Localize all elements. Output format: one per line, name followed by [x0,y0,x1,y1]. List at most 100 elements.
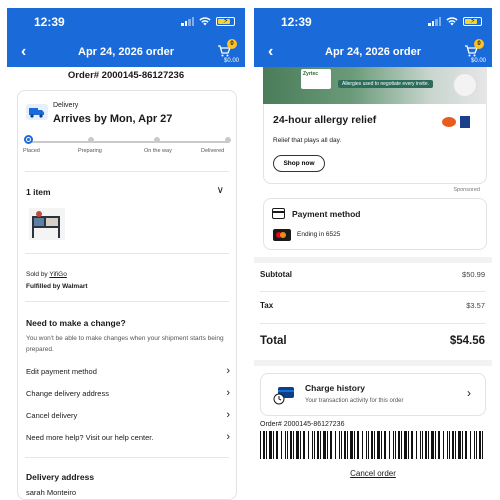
barcode-bar [290,431,292,459]
barcode-bar [350,431,353,459]
ad-card: 24-hour allergy relief Relief that plays… [263,104,487,184]
barcode-bar [341,431,342,459]
barcode-bar [401,431,402,459]
barcode-bar [339,431,340,459]
barcode-bar [438,431,440,459]
barcode-bar [476,431,477,459]
chevron-down-icon[interactable]: ∨ [217,185,224,196]
delivery-address-name: sarah Monteiro [26,488,77,497]
barcode-bar [296,431,299,459]
barcode-bar [366,431,367,459]
divider [25,171,229,172]
barcode-bar [455,431,456,459]
barcode-bar [384,431,386,459]
status-time: 12:39 [281,15,312,29]
change-address-action[interactable]: Change delivery address › [26,387,230,399]
edit-payment-action[interactable]: Edit payment method › [26,365,230,377]
divider [25,457,229,458]
status-bar: 12:39 ⚡ [254,8,492,36]
nav-bar: ‹ Apr 24, 2026 order 0 $0.00 [254,36,492,67]
cart-badge: 0 [227,39,237,49]
divider [260,323,486,324]
barcode-bar [449,431,450,459]
barcode-order-number: Order# 2000145-86127236 [260,421,345,428]
seller-link[interactable]: YifiGo [49,271,66,278]
step-dot-on-the-way [154,137,160,143]
tax-value: $3.57 [466,301,485,310]
signal-icon [428,16,441,26]
barcode-bar [428,431,429,459]
chevron-right-icon: › [226,387,230,399]
help-center-action[interactable]: Need more help? Visit our help center. › [26,431,230,443]
barcode-bar [420,431,421,459]
barcode-bar [374,431,375,459]
fulfilled-by: Fulfilled by Walmart [26,283,88,290]
payment-title: Payment method [292,209,361,219]
barcode-bar [447,431,448,459]
nav-title: Apr 24, 2026 order [325,46,421,58]
cart-button[interactable]: 0 $0.00 [213,39,239,65]
arrival-date: Arrives by Mon, Apr 27 [53,113,173,125]
cart-total: $0.00 [223,58,239,64]
barcode-bar [335,431,336,459]
subtotal-value: $50.99 [462,270,485,279]
change-description: You won't be able to make changes when y… [26,335,224,353]
ad-banner-image[interactable]: Zyrtec Allergies used to negotiate every… [263,67,487,104]
barcode-bar [393,431,394,459]
action-label: Need more help? Visit our help center. [26,432,154,442]
barcode-bar [425,431,427,459]
step-dot-delivered [225,137,231,143]
chevron-right-icon: › [226,365,230,377]
sponsored-label: Sponsored [453,187,480,193]
barcode-bar [462,431,463,459]
barcode-bar [470,431,471,459]
barcode-bar [431,431,434,459]
status-icons: ⚡ [428,16,482,26]
wifi-icon [446,17,458,26]
order-number: Order# 2000145-86127236 [67,70,185,81]
card-icon [272,208,285,219]
barcode-bar [404,431,407,459]
product-image[interactable] [29,208,65,240]
step-dot-placed [24,135,33,144]
barcode-bar [260,431,261,459]
cancel-order-link[interactable]: Cancel order [254,469,492,478]
ad-banner-text: Allergies used to negotiate every invite… [338,80,433,88]
barcode-bar [320,431,321,459]
battery-icon: ⚡ [216,16,235,26]
total-label: Total [260,335,287,347]
barcode-bar [266,431,267,459]
barcode-bar [357,431,359,459]
barcode-bar [269,431,272,459]
barcode-bar [362,431,363,459]
barcode-bar [398,431,400,459]
barcode-bar [452,431,454,459]
divider [25,301,229,302]
delivery-label: Delivery [53,102,79,109]
shop-now-button[interactable]: Shop now [273,155,325,172]
cart-button[interactable]: 0 $0.00 [460,39,486,65]
wifi-icon [199,17,211,26]
barcode-bar [408,431,409,459]
barcode-bar [300,431,301,459]
change-title: Need to make a change? [26,318,126,328]
payment-method-card: Payment method Ending in 6525 [263,198,487,250]
divider [25,253,229,254]
barcode-bar [293,431,294,459]
barcode-bar [327,431,328,459]
barcode-bar [422,431,423,459]
cancel-delivery-action[interactable]: Cancel delivery › [26,409,230,421]
card-ending: Ending in 6525 [297,231,341,238]
tax-row: Tax $3.57 [260,301,485,310]
nav-bar: ‹ Apr 24, 2026 order 0 $0.00 [7,36,245,67]
left-screen: 12:39 ⚡ ‹ Apr 24, 2026 order 0 $0.00 Ord… [7,8,245,500]
charge-history-title: Charge history [305,383,365,393]
total-value: $54.56 [449,335,485,347]
charge-history-card[interactable]: Charge history Your transaction activity… [260,373,486,416]
barcode-bar [314,431,315,459]
brand-logo-icon [442,116,470,128]
golf-ball-image [453,73,477,97]
barcode-bar [443,431,444,459]
subtotal-label: Subtotal [260,270,292,279]
signal-icon [181,16,194,26]
